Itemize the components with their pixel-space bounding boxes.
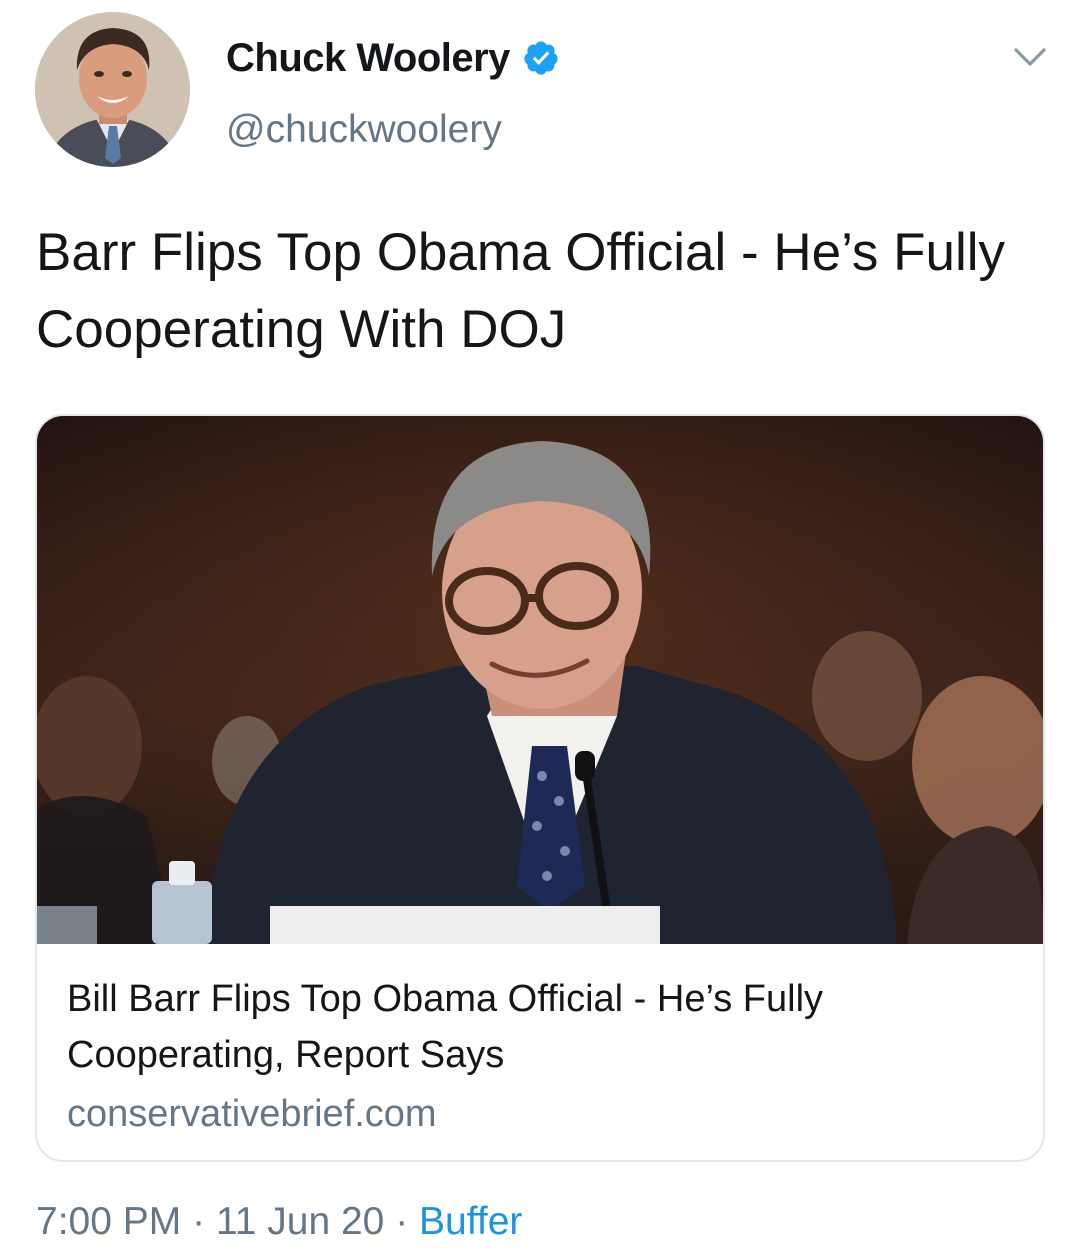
meta-separator: · xyxy=(395,1200,409,1243)
tweet-time[interactable]: 7:00 PM xyxy=(36,1200,181,1243)
display-name[interactable]: Chuck Woolery xyxy=(226,36,510,81)
tweet: Chuck Woolery @chuckwoolery Barr Flips T… xyxy=(0,0,1080,1255)
tweet-text: Barr Flips Top Obama Official - He’s Ful… xyxy=(36,223,1006,359)
tweet-date[interactable]: 11 Jun 20 xyxy=(216,1200,384,1243)
card-body[interactable]: Bill Barr Flips Top Obama Official - He’… xyxy=(67,971,1007,1142)
author-handle[interactable]: @chuckwoolery xyxy=(226,108,502,152)
avatar-image xyxy=(35,12,190,167)
avatar[interactable] xyxy=(35,12,190,167)
tweet-meta: 7:00 PM · 11 Jun 20 · Buffer xyxy=(36,1200,522,1244)
chevron-down-icon[interactable] xyxy=(1010,42,1050,72)
link-card[interactable]: Bill Barr Flips Top Obama Official - He’… xyxy=(35,414,1045,1162)
card-domain[interactable]: conservativebrief.com xyxy=(67,1086,1007,1142)
source-link[interactable]: Buffer xyxy=(419,1200,522,1243)
card-image[interactable] xyxy=(37,416,1043,944)
verified-badge-icon xyxy=(524,41,558,75)
author-name-row[interactable]: Chuck Woolery xyxy=(226,36,560,80)
meta-separator: · xyxy=(192,1200,206,1243)
card-title[interactable]: Bill Barr Flips Top Obama Official - He’… xyxy=(67,971,1007,1083)
card-photo xyxy=(37,416,1043,944)
